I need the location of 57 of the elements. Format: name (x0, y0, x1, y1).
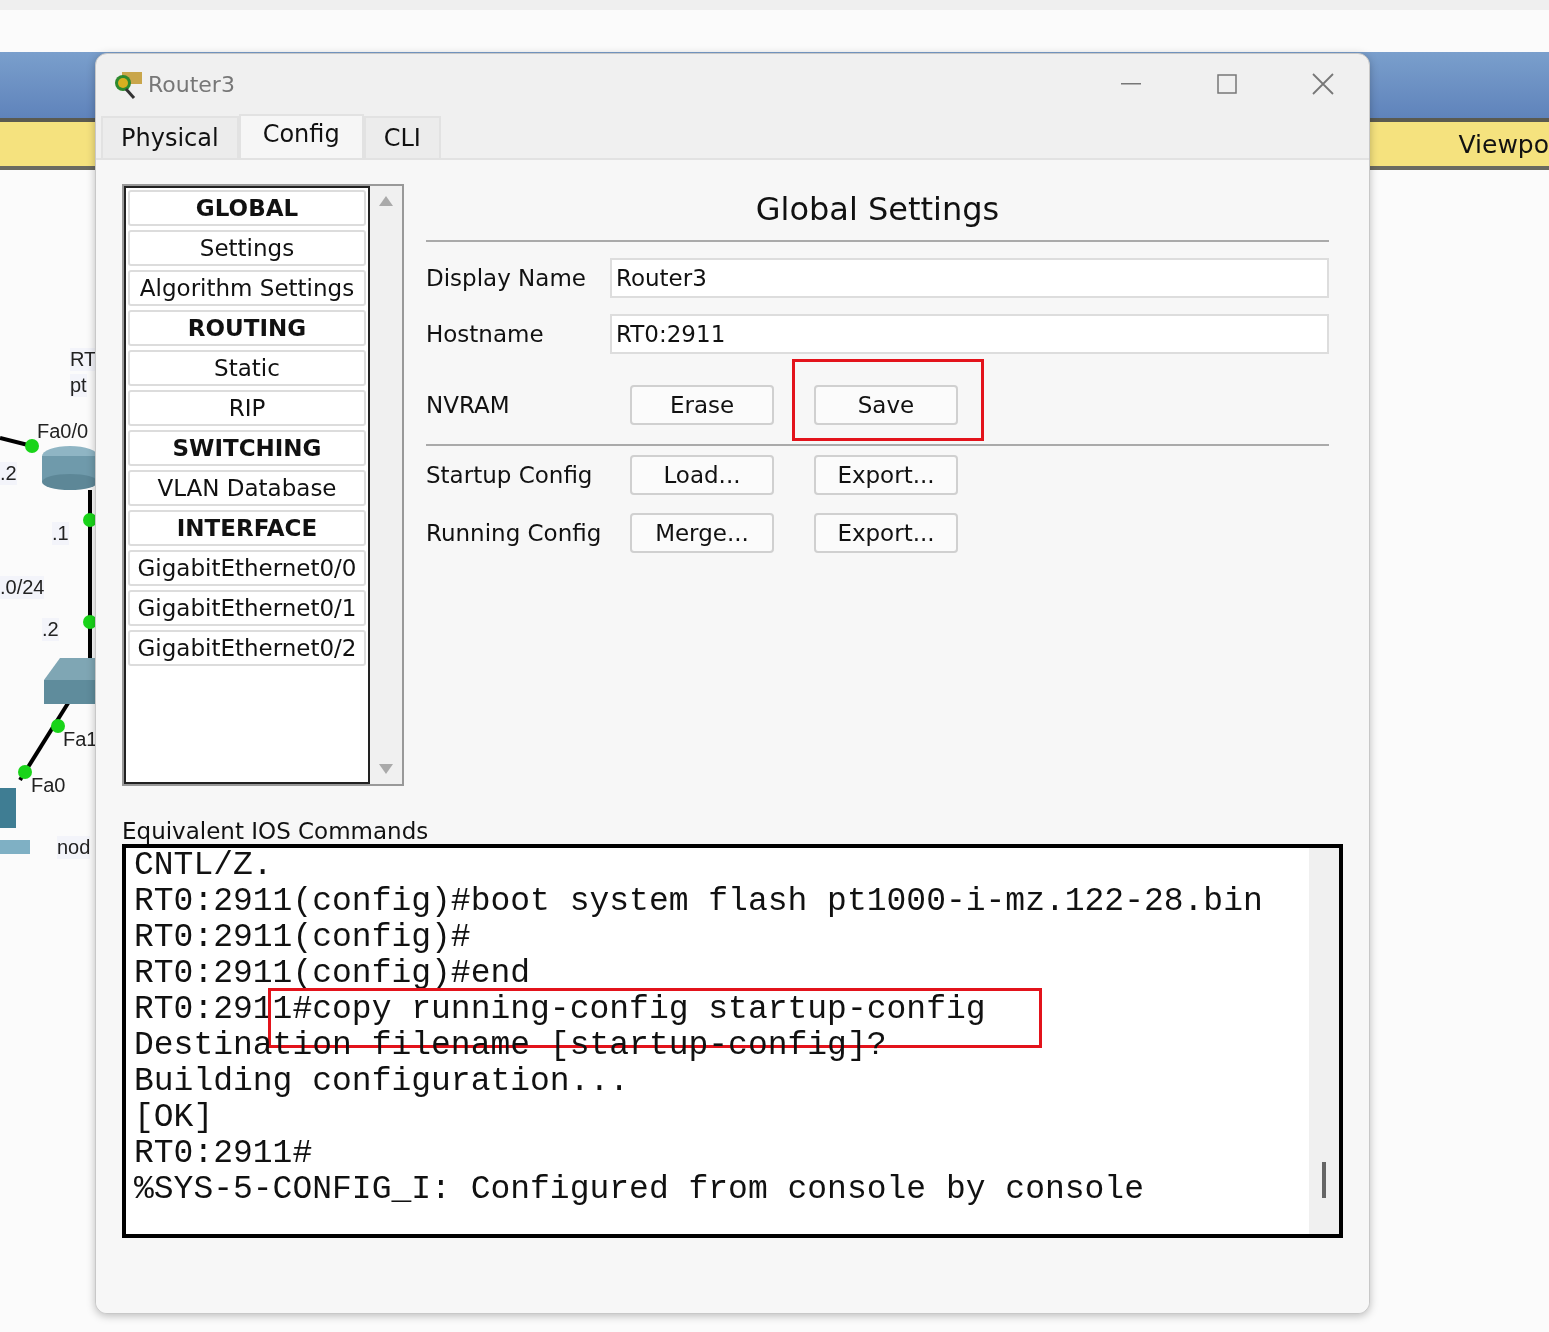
console-line: RT0:2911(config)#boot system flash pt1000-i-mz.122-28.bin (134, 883, 1263, 920)
action-button[interactable]: Export... (814, 455, 958, 495)
console-line: %SYS-5-CONFIG_I: Configured from console by console (134, 1171, 1144, 1208)
section-header[interactable]: INTERFACE (128, 510, 366, 546)
field-label: Hostname (426, 321, 545, 347)
sidebar-item[interactable]: Settings (128, 230, 366, 266)
section-header[interactable]: SWITCHING (128, 430, 366, 466)
action-button[interactable]: Save (814, 385, 958, 425)
ip-label: .2 (42, 618, 59, 641)
action-button[interactable]: Merge... (630, 513, 774, 553)
console-line: RT0:2911# (134, 1135, 313, 1172)
viewport-label[interactable]: Viewpo (1458, 129, 1549, 159)
port-label: Fa1 (63, 728, 98, 751)
sidebar-item[interactable]: RIP (128, 390, 366, 426)
field-label: Display Name (426, 265, 587, 291)
scroll-up-icon[interactable] (379, 196, 393, 206)
input-field[interactable]: Router3 (610, 258, 1329, 298)
sidebar-item[interactable]: GigabitEthernet0/1 (128, 590, 366, 626)
tab[interactable]: Config (238, 114, 364, 158)
sidebar-item[interactable]: GigabitEthernet0/2 (128, 630, 366, 666)
sidebar-item[interactable]: GigabitEthernet0/0 (128, 550, 366, 586)
tab[interactable]: CLI (363, 116, 441, 158)
console-line: RT0:2911(config)#end (134, 955, 531, 992)
section-header[interactable]: GLOBAL (128, 190, 366, 226)
input-field[interactable]: RT0:2911 (610, 314, 1329, 354)
tab[interactable]: Physical (101, 116, 239, 158)
row-label: NVRAM (426, 392, 511, 418)
ip-label: .0/24 (0, 576, 45, 599)
port-label: Fa0/0 (37, 420, 89, 443)
panel-title: Global Settings (426, 184, 1329, 242)
console-line: RT0:2911(config)# (134, 919, 471, 956)
port-label: Fa0 (31, 774, 66, 797)
action-button[interactable]: Export... (814, 513, 958, 553)
maximize-icon (1217, 74, 1237, 94)
scrollbar[interactable] (370, 186, 402, 784)
action-button[interactable]: Erase (630, 385, 774, 425)
section-header[interactable]: ROUTING (128, 310, 366, 346)
row-label: Startup Config (426, 462, 594, 488)
section-label: Equivalent IOS Commands (122, 818, 430, 844)
scrollbar-thumb[interactable] (1322, 1162, 1326, 1198)
sidebar-item[interactable]: Static (128, 350, 366, 386)
device-label: pt (70, 374, 87, 397)
row-label: Running Config (426, 520, 603, 546)
scroll-down-icon[interactable] (379, 764, 393, 774)
console-line: [OK] (134, 1099, 214, 1136)
ip-label: .2 (0, 462, 17, 485)
console-line: CNTL/Z. (134, 847, 273, 884)
minimize-icon (1121, 83, 1141, 85)
sidebar-item[interactable]: VLAN Database (128, 470, 366, 506)
ip-label: .1 (52, 522, 69, 545)
action-button[interactable]: Load... (630, 455, 774, 495)
close-icon (1312, 73, 1334, 95)
console-line: Building configuration... (134, 1063, 630, 1100)
device-label: nod (57, 836, 91, 859)
sidebar-item[interactable]: Algorithm Settings (128, 270, 366, 306)
device-label: RT (70, 348, 97, 371)
window-title: Router3 (148, 71, 236, 97)
